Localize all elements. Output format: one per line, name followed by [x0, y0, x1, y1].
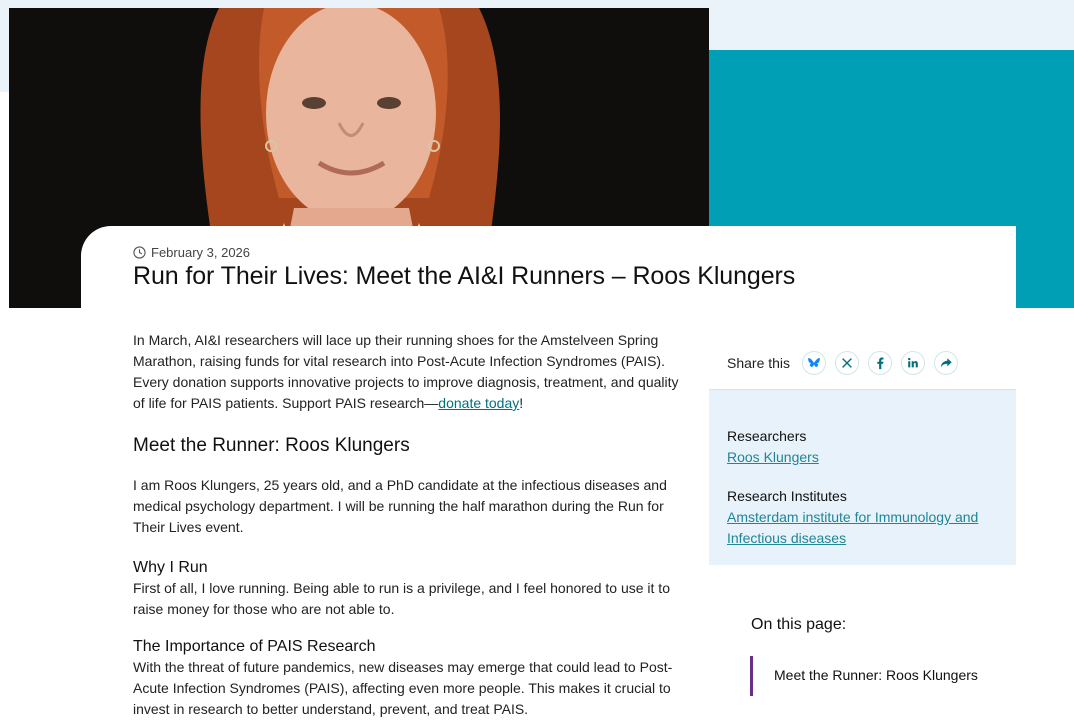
why-heading: Why I Run	[133, 559, 208, 576]
share-bar: Share this	[727, 351, 967, 375]
article-body: In March, AI&I researchers will lace up …	[133, 330, 693, 720]
importance-heading: The Importance of PAIS Research	[133, 638, 376, 655]
intro-text: In March, AI&I researchers will lace up …	[133, 332, 679, 411]
publish-date: February 3, 2026	[133, 245, 250, 260]
clock-icon	[133, 246, 146, 259]
page-title: Run for Their Lives: Meet the AI&I Runne…	[133, 262, 796, 290]
toc-active-indicator	[750, 656, 753, 696]
section-paragraph: I am Roos Klungers, 25 years old, and a …	[133, 477, 667, 535]
why-paragraph: First of all, I love running. Being able…	[133, 580, 670, 617]
bluesky-icon	[808, 358, 820, 367]
facebook-icon	[877, 357, 884, 370]
toc-item[interactable]: Meet the Runner: Roos Klungers	[774, 667, 978, 683]
share-facebook-button[interactable]	[868, 351, 893, 375]
share-x-button[interactable]	[835, 351, 860, 375]
share-arrow-icon	[940, 358, 952, 368]
metadata-panel: Researchers Roos Klungers Research Insti…	[709, 389, 1016, 565]
importance-paragraph: With the threat of future pandemics, new…	[133, 659, 673, 717]
share-link-button[interactable]	[934, 351, 959, 375]
donate-link[interactable]: donate today	[438, 395, 519, 411]
toc-title: On this page:	[751, 616, 847, 633]
linkedin-icon	[908, 357, 918, 368]
x-icon	[842, 358, 852, 368]
researcher-link[interactable]: Roos Klungers	[727, 447, 998, 468]
share-linkedin-button[interactable]	[901, 351, 926, 375]
share-bluesky-button[interactable]	[802, 351, 827, 375]
researchers-label: Researchers	[727, 428, 807, 444]
institute-link[interactable]: Amsterdam institute for Immunology and I…	[727, 507, 998, 549]
share-label: Share this	[727, 355, 791, 371]
institutes-label: Research Institutes	[727, 488, 847, 504]
date-text: February 3, 2026	[151, 245, 251, 260]
section-heading: Meet the Runner: Roos Klungers	[133, 435, 410, 456]
intro-end: !	[519, 395, 524, 411]
intro-paragraph: In March, AI&I researchers will lace up …	[133, 330, 693, 414]
